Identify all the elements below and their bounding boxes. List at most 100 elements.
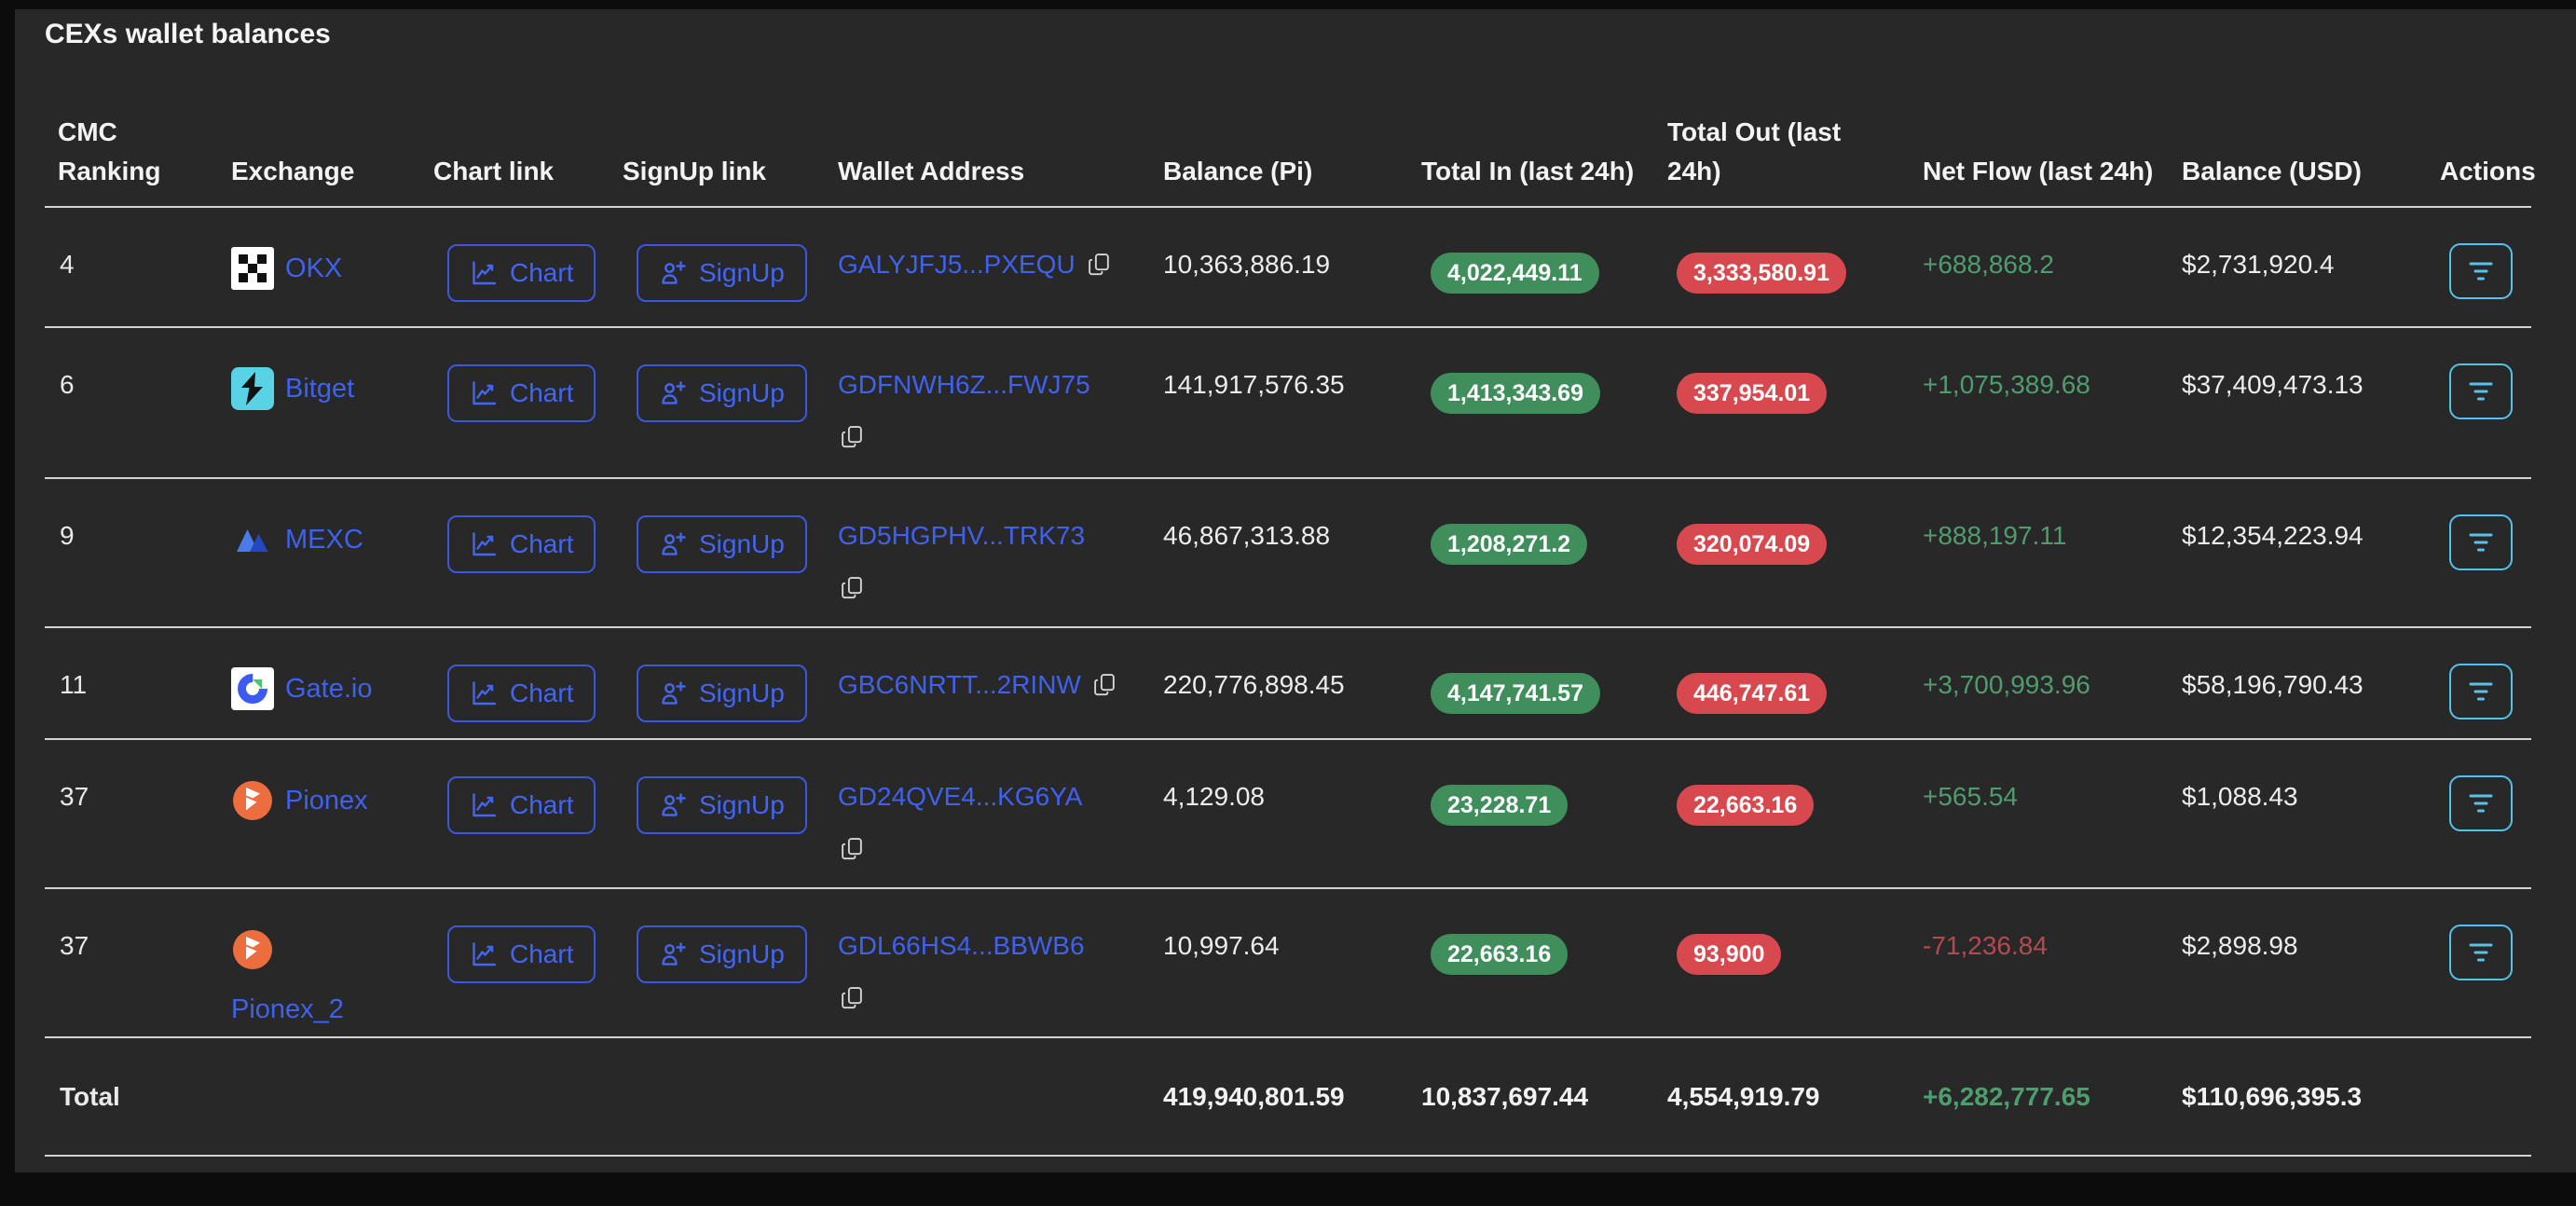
cex-wallet-balances-panel: CEXs wallet balances CMC Ranking Exchange… — [15, 9, 2576, 1172]
total-actions-empty — [2440, 1037, 2531, 1157]
chart-button[interactable]: Chart — [447, 665, 596, 722]
exchange-logo-icon — [231, 779, 274, 822]
table-row: 6 Bitget Chart SignUp GDFNWH6Z...FWJ75 1… — [45, 327, 2531, 479]
total-row: Total 419,940,801.59 10,837,697.44 4,554… — [45, 1037, 2531, 1157]
signup-button[interactable]: SignUp — [637, 776, 807, 834]
wallet-address-link[interactable]: GDFNWH6Z...FWJ75 — [838, 370, 1090, 399]
column-header: Exchange — [231, 52, 433, 208]
chart-button[interactable]: Chart — [447, 244, 596, 302]
balance-pi-value: 10,997.64 — [1163, 931, 1280, 960]
person-plus-icon — [662, 681, 686, 705]
cmc-ranking-value: 11 — [60, 670, 88, 699]
column-header: Wallet Address — [838, 52, 1163, 208]
wallet-address-link[interactable]: GD24QVE4...KG6YA — [838, 782, 1083, 811]
wallet-address-link[interactable]: GDL66HS4...BBWB6 — [838, 931, 1085, 960]
total-signup-empty — [623, 1037, 838, 1157]
balance-usd-value: $58,196,790.43 — [2182, 670, 2364, 699]
copy-icon[interactable] — [840, 423, 1141, 459]
chart-button[interactable]: Chart — [447, 515, 596, 573]
exchange-link[interactable]: MEXC — [285, 522, 363, 557]
wallet-address-link[interactable]: GD5HGPHV...TRK73 — [838, 521, 1085, 550]
total-balance-pi: 419,940,801.59 — [1163, 1037, 1421, 1157]
chart-button[interactable]: Chart — [447, 776, 596, 834]
balance-pi-value: 46,867,313.88 — [1163, 521, 1331, 550]
balance-usd-value: $1,088.43 — [2182, 782, 2298, 811]
total-out-badge: 93,900 — [1677, 934, 1782, 975]
signup-button[interactable]: SignUp — [637, 364, 807, 422]
balance-usd-value: $12,354,223.94 — [2182, 521, 2364, 550]
signup-button[interactable]: SignUp — [637, 925, 807, 983]
actions-filter-button[interactable] — [2449, 775, 2513, 831]
signup-button[interactable]: SignUp — [637, 515, 807, 573]
balance-pi-value: 220,776,898.45 — [1163, 670, 1345, 699]
exchange-link[interactable]: Pionex_2 — [231, 992, 411, 1027]
page-title: CEXs wallet balances — [45, 19, 331, 49]
exchange-cell: Gate.io — [231, 667, 373, 710]
copy-icon[interactable] — [840, 835, 1141, 870]
total-out-badge: 3,333,580.91 — [1677, 253, 1846, 294]
cmc-ranking-value: 37 — [60, 782, 89, 811]
exchange-link[interactable]: Bitget — [285, 371, 354, 406]
table-row: 11 Gate.io Chart SignUp GBC6NRTT...2RINW… — [45, 627, 2531, 740]
chart-icon — [473, 381, 497, 405]
table-row: 37 Pionex_2 Chart SignUp GDL66HS4...BBWB… — [45, 888, 2531, 1038]
total-address-empty — [838, 1037, 1163, 1157]
chart-icon — [473, 261, 497, 285]
chart-button[interactable]: Chart — [447, 364, 596, 422]
chart-icon — [473, 793, 497, 817]
signup-button[interactable]: SignUp — [637, 665, 807, 722]
net-flow-value: +688,868.2 — [1923, 250, 2054, 279]
column-header: Total In (last 24h) — [1421, 52, 1667, 208]
balance-pi-value: 141,917,576.35 — [1163, 370, 1345, 399]
balance-usd-value: $37,409,473.13 — [2182, 370, 2364, 399]
balance-pi-value: 10,363,886.19 — [1163, 250, 1331, 279]
copy-icon[interactable] — [1087, 251, 1112, 286]
exchange-link[interactable]: OKX — [285, 251, 342, 286]
exchange-link[interactable]: Pionex — [285, 783, 368, 818]
signup-button[interactable]: SignUp — [637, 244, 807, 302]
total-exchange-empty — [231, 1037, 433, 1157]
net-flow-value: +565.54 — [1923, 782, 2018, 811]
exchange-logo-icon — [231, 367, 274, 410]
copy-icon[interactable] — [840, 984, 1141, 1020]
net-flow-value: +3,700,993.96 — [1923, 670, 2090, 699]
actions-filter-button[interactable] — [2449, 514, 2513, 570]
column-header: Actions — [2440, 52, 2536, 208]
filter-icon — [2469, 533, 2493, 552]
total-in-badge: 22,663.16 — [1431, 934, 1569, 975]
total-chart-empty — [433, 1037, 623, 1157]
exchange-link[interactable]: Gate.io — [285, 671, 373, 706]
actions-filter-button[interactable] — [2449, 363, 2513, 419]
exchange-cell: Pionex — [231, 779, 368, 822]
total-out-badge: 337,954.01 — [1677, 373, 1828, 414]
total-out-badge: 446,747.61 — [1677, 673, 1828, 714]
exchange-cell: OKX — [231, 247, 342, 290]
total-in-badge: 4,022,449.11 — [1431, 253, 1599, 294]
wallet-address-link[interactable]: GALYJFJ5...PXEQU — [838, 250, 1076, 279]
total-net-flow-value: +6,282,777.65 — [1923, 1082, 2090, 1111]
table-row: 37 Pionex Chart SignUp GD24QVE4...KG6YA … — [45, 739, 2531, 889]
exchange-cell: Bitget — [231, 367, 354, 410]
total-in-badge: 1,413,343.69 — [1431, 373, 1600, 414]
balance-usd-value: $2,898.98 — [2182, 931, 2298, 960]
column-header: Chart link — [433, 52, 623, 208]
cmc-ranking-value: 37 — [60, 931, 89, 960]
copy-icon[interactable] — [840, 574, 1141, 610]
table-header-row: CMC Ranking Exchange Chart link SignUp link… — [45, 52, 2536, 208]
actions-filter-button[interactable] — [2449, 243, 2513, 299]
total-label: Total — [45, 1037, 231, 1157]
balance-pi-value: 4,129.08 — [1163, 782, 1265, 811]
column-header: Total Out (last 24h) — [1667, 52, 1923, 208]
total-out-badge: 22,663.16 — [1677, 785, 1815, 826]
person-plus-icon — [662, 942, 686, 966]
actions-filter-button[interactable] — [2449, 925, 2513, 980]
chart-button[interactable]: Chart — [447, 925, 596, 983]
column-header: Net Flow (last 24h) — [1923, 52, 2182, 208]
column-header: CMC Ranking — [45, 52, 231, 208]
copy-icon[interactable] — [1092, 671, 1117, 706]
filter-icon — [2469, 794, 2493, 813]
cmc-ranking-value: 4 — [60, 250, 75, 279]
actions-filter-button[interactable] — [2449, 664, 2513, 719]
person-plus-icon — [662, 261, 686, 284]
wallet-address-link[interactable]: GBC6NRTT...2RINW — [838, 670, 1081, 699]
